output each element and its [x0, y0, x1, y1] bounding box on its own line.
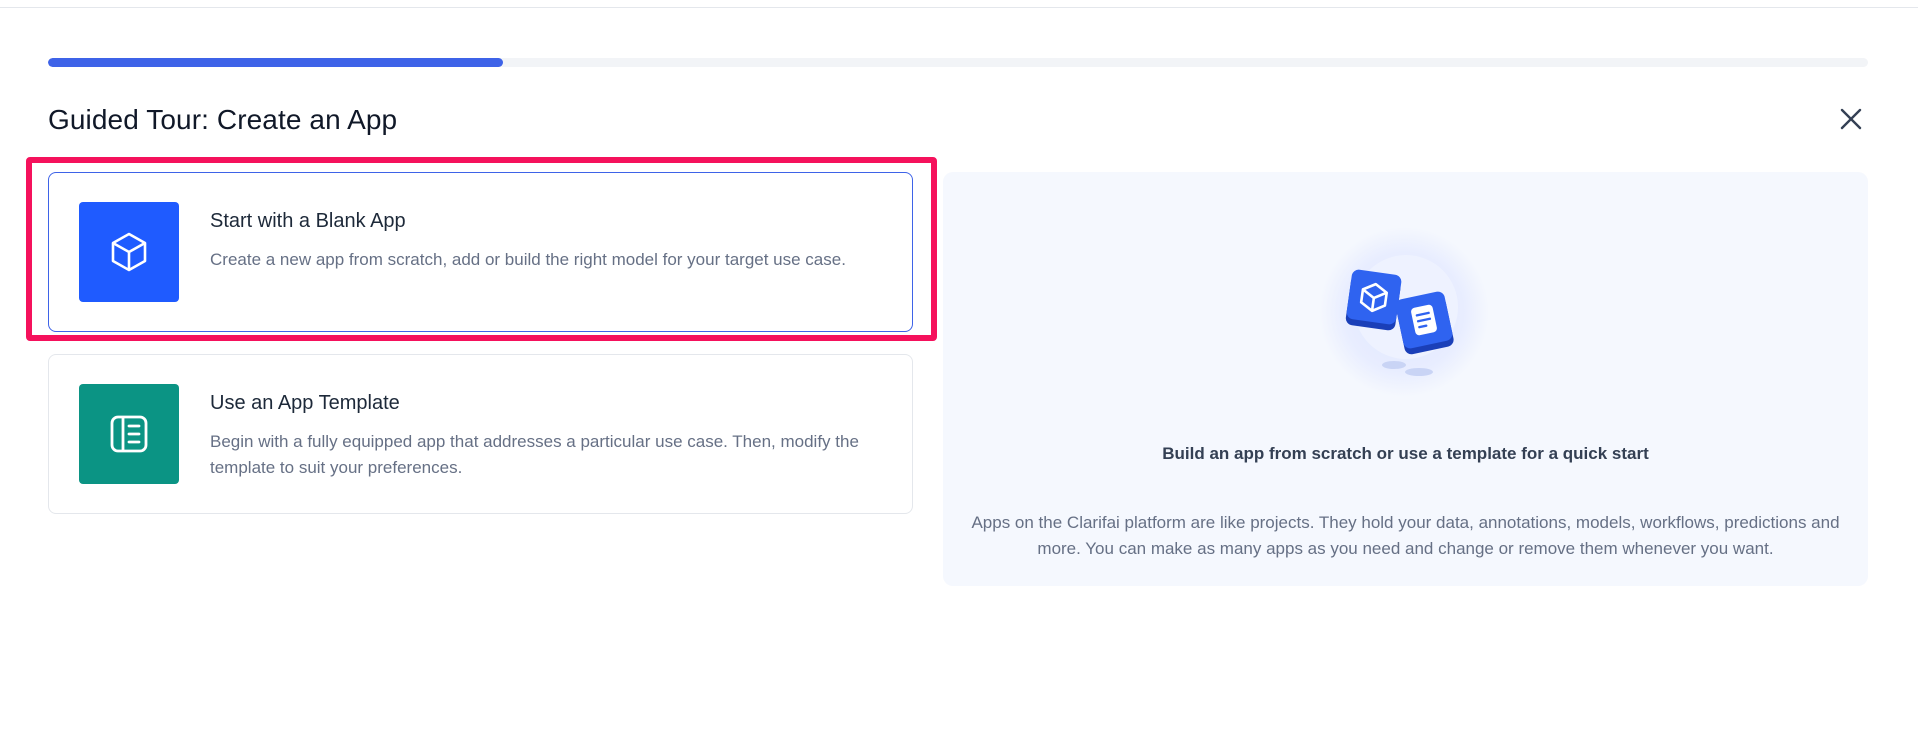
info-panel: Build an app from scratch or use a templ… [943, 172, 1868, 586]
app-template-option[interactable]: Use an App Template Begin with a fully e… [48, 354, 913, 514]
cube-block-icon [1345, 269, 1402, 331]
template-icon [110, 415, 148, 453]
apps-illustration [1319, 227, 1489, 397]
top-divider [0, 7, 1918, 8]
info-body: Apps on the Clarifai platform are like p… [971, 513, 1840, 558]
app-template-icon-tile [79, 384, 179, 484]
tour-progress-bar [48, 58, 1868, 67]
info-heading: Build an app from scratch or use a templ… [1162, 444, 1649, 463]
tour-progress-fill [48, 58, 503, 67]
app-template-description: Begin with a fully equipped app that add… [210, 432, 859, 477]
close-icon [1840, 108, 1862, 130]
close-button[interactable] [1836, 104, 1866, 134]
page-title: Guided Tour: Create an App [48, 104, 398, 135]
tour-highlight-frame [26, 157, 937, 341]
app-template-title: Use an App Template [210, 392, 400, 414]
